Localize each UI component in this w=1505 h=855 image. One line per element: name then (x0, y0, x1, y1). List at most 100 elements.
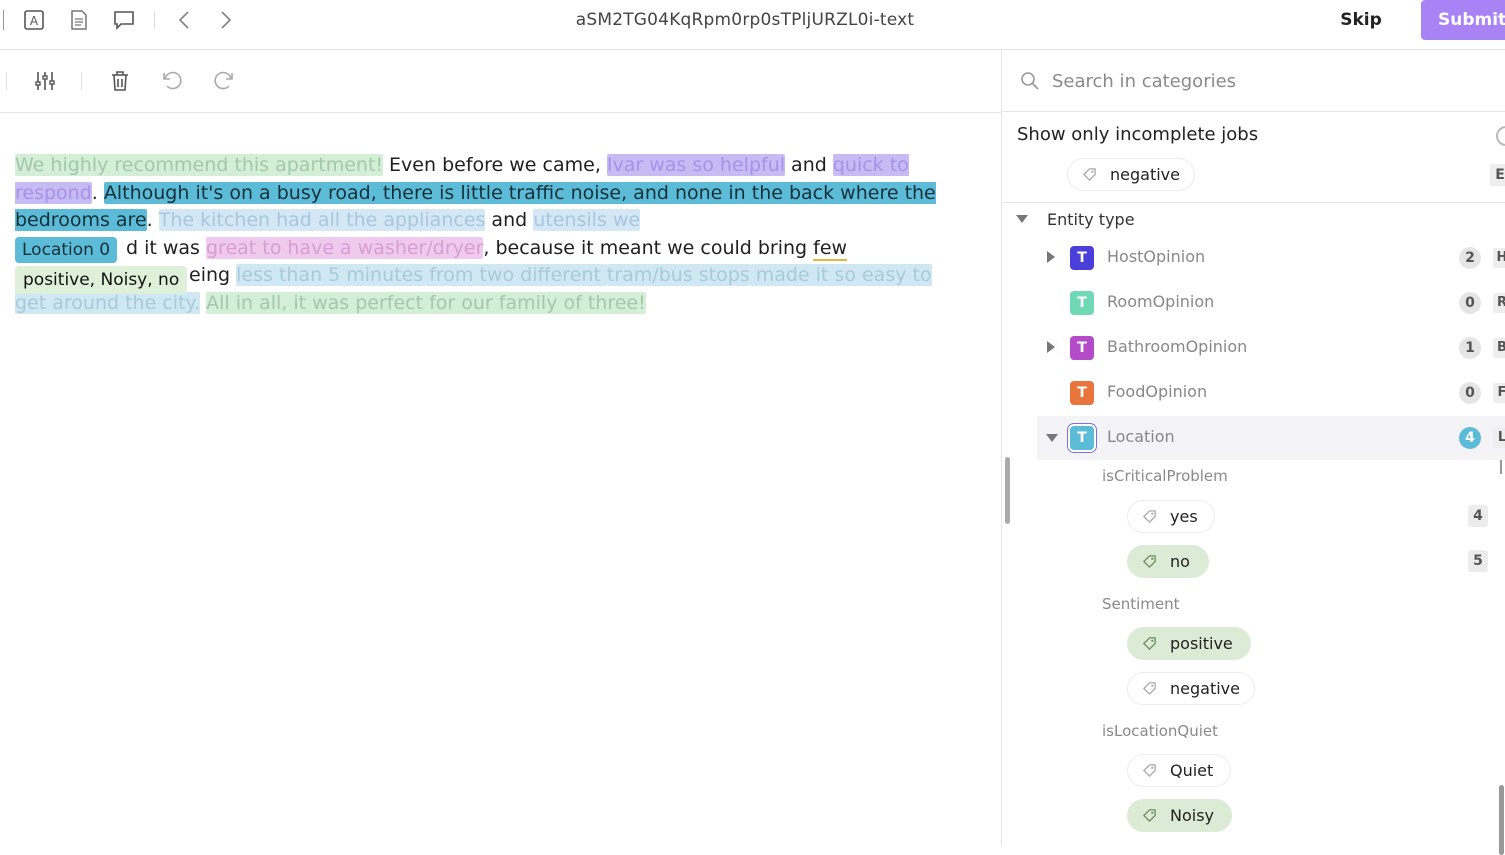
entity-host-opinion[interactable]: T HostOpinion 2 H (1037, 236, 1505, 280)
divider (6, 72, 7, 90)
settings-sliders-icon[interactable] (32, 68, 58, 94)
text-span: eing (189, 264, 237, 286)
entity-count: 2 (1459, 247, 1481, 269)
tag-icon (1142, 555, 1156, 569)
annotation-span[interactable]: All in all, it was perfect for our famil… (206, 291, 646, 314)
tag-icon (1082, 168, 1096, 182)
text-type-icon: T (1070, 336, 1094, 360)
undo-icon[interactable] (159, 68, 185, 94)
search-input[interactable] (1052, 66, 1472, 96)
annotation-span[interactable]: great to have a washer/dryer (206, 236, 484, 259)
chip-label: no (1170, 552, 1190, 571)
delete-icon[interactable] (107, 68, 133, 94)
text-span: . (91, 181, 104, 204)
scrollbar-thumb[interactable] (1499, 785, 1504, 855)
chevron-left-icon[interactable] (173, 8, 197, 32)
chip-no[interactable]: no (1127, 545, 1209, 578)
chip-positive[interactable]: positive (1127, 627, 1251, 660)
comment-icon[interactable] (112, 8, 136, 32)
chevron-right-icon[interactable] (213, 8, 237, 32)
tag-icon (1142, 764, 1156, 778)
incomplete-jobs-label: Show only incomplete jobs (1017, 124, 1259, 145)
tag-icon (1142, 637, 1156, 651)
shortcut-key: E (1490, 164, 1505, 186)
text-span: d it was (126, 236, 206, 259)
caret-down-icon[interactable] (1016, 214, 1028, 224)
text-type-icon: T (1070, 426, 1094, 450)
scrollbar-track (1500, 460, 1505, 474)
annotation-span[interactable]: Ivar was so helpful (606, 154, 786, 176)
chip-yes[interactable]: yes (1127, 500, 1215, 533)
chip-quiet[interactable]: Quiet (1127, 754, 1231, 787)
location-label[interactable]: Location 0 (15, 237, 118, 263)
annotation-span[interactable]: The kitchen had all the appliances (158, 209, 486, 231)
entity-location[interactable]: T Location 4 L (1037, 416, 1505, 460)
annotation-span[interactable]: utensils we (533, 209, 641, 231)
editor-toolbar (0, 50, 1001, 113)
caret-right-icon[interactable] (1046, 341, 1056, 353)
submit-button[interactable]: Submit (1421, 0, 1505, 40)
chip-label: Quiet (1170, 761, 1214, 780)
attribute-heading: isCriticalProblem (1102, 467, 1228, 485)
text-span: . (146, 209, 159, 231)
annotation-span[interactable]: tram/bus stops (606, 264, 750, 286)
caret-down-icon[interactable] (1046, 433, 1058, 443)
text-span: , because it meant we could bring (483, 236, 814, 259)
chip-label: positive (1170, 634, 1233, 653)
entity-name: BathroomOpinion (1107, 337, 1248, 356)
divider (3, 10, 4, 30)
entity-name: RoomOpinion (1107, 292, 1215, 311)
shortcut-key: L (1493, 428, 1505, 448)
search-icon (1021, 72, 1039, 90)
entity-count: 4 (1459, 427, 1481, 449)
caret-right-icon[interactable] (1046, 251, 1056, 263)
document-icon[interactable] (67, 8, 91, 32)
entity-room-opinion[interactable]: T RoomOpinion 0 R (1037, 281, 1505, 325)
annotation-span[interactable]: We highly recommend this apartment! (15, 154, 384, 176)
text-mode-icon[interactable]: A (22, 8, 46, 32)
shortcut-number: 4 (1468, 505, 1488, 527)
entity-name: HostOpinion (1107, 247, 1206, 266)
top-bar: A aSM2TG04KqRpm0rp0sTPljURZL0i-text Skip… (0, 0, 1505, 50)
shortcut-key: R (1493, 293, 1505, 313)
shortcut-number: 5 (1468, 550, 1488, 572)
svg-text:A: A (30, 14, 39, 28)
tag-icon (1142, 809, 1156, 823)
entity-name: FoodOpinion (1107, 382, 1208, 401)
tag-icon (1142, 682, 1156, 696)
shortcut-key: B (1493, 338, 1505, 358)
annotation-span[interactable]: less than 5 minutes from two different (236, 264, 607, 286)
text-span: few (813, 236, 848, 261)
entity-count: 0 (1459, 292, 1481, 314)
entity-count: 1 (1459, 337, 1481, 359)
text-span: Even before we came, (383, 154, 607, 176)
shortcut-key: F (1493, 383, 1505, 403)
chip-label: Noisy (1170, 806, 1215, 825)
document-title: aSM2TG04KqRpm0rp0sTPljURZL0i-text (575, 10, 915, 30)
categories-panel: Show only incomplete jobs negative E Ent… (1002, 50, 1505, 855)
chip-negative[interactable]: negative (1127, 672, 1255, 705)
entity-bathroom-opinion[interactable]: T BathroomOpinion 1 B (1037, 326, 1505, 370)
divider (154, 11, 155, 29)
attribute-heading: isLocationQuiet (1102, 722, 1219, 740)
search-bar (1002, 50, 1505, 112)
section-divider (1002, 202, 1505, 203)
entity-count: 0 (1459, 382, 1481, 404)
chip-negative[interactable]: negative (1067, 158, 1195, 191)
text-span: and (785, 154, 833, 176)
redo-icon[interactable] (211, 68, 237, 94)
attributes-label[interactable]: positive, Noisy, no (15, 266, 188, 294)
chip-noisy[interactable]: Noisy (1127, 799, 1232, 832)
text-type-icon: T (1070, 291, 1094, 315)
text-type-icon: T (1070, 381, 1094, 405)
text-type-icon: T (1070, 246, 1094, 270)
chip-label: yes (1170, 507, 1198, 526)
chip-label: negative (1170, 679, 1240, 698)
attribute-heading: Sentiment (1102, 595, 1180, 613)
incomplete-jobs-toggle[interactable] (1496, 126, 1505, 146)
entity-food-opinion[interactable]: T FoodOpinion 0 F (1037, 371, 1505, 415)
skip-button[interactable]: Skip (1330, 8, 1392, 32)
divider (81, 72, 82, 90)
shortcut-key: H (1493, 248, 1505, 268)
chip-label: negative (1110, 165, 1180, 184)
